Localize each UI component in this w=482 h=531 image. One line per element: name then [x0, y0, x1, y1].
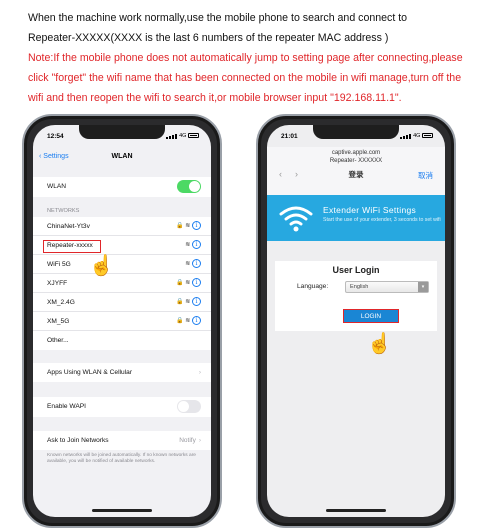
network-name: ChinaNet-Yt3v	[47, 223, 90, 230]
chevron-down-icon: ▾	[418, 282, 428, 292]
wlan-toggle[interactable]	[177, 180, 201, 193]
wifi-icon: ≋	[185, 299, 191, 305]
login-button[interactable]: LOGIN	[343, 309, 399, 323]
apps-using-row[interactable]: Apps Using WLAN & Cellular ›	[33, 363, 211, 382]
network-row[interactable]: XM_2.4G 🔒 ≋ i	[33, 293, 211, 312]
cancel-button[interactable]: 取消	[418, 170, 433, 181]
lock-icon: 🔒	[176, 318, 184, 324]
network-name: XM_5G	[47, 318, 70, 325]
language-select[interactable]: English ▾	[345, 281, 429, 293]
network-row[interactable]: ChinaNet-Yt3v 🔒 ≋ i	[33, 217, 211, 236]
extender-banner: Extender WiFi Settings Start the use of …	[267, 195, 445, 241]
captive-portal-screen: 21:01 4G captive.apple.com Repeater- XXX…	[267, 125, 445, 517]
networks-header: NETWORKS	[47, 208, 80, 214]
forward-arrow-icon[interactable]: ›	[295, 169, 298, 179]
signal-indicator: 4G	[399, 133, 433, 139]
ask-join-label: Ask to Join Networks	[47, 437, 109, 444]
wlan-settings-screen: 12:54 4G ‹ Settings WLAN WLAN NETWORKS C…	[33, 125, 211, 517]
chevron-right-icon: ›	[198, 369, 201, 376]
instruction-line-2: Repeater-XXXXX(XXXX is the last 6 number…	[28, 32, 389, 44]
login-card: User Login Language: English ▾ LOGIN	[275, 261, 437, 331]
ask-join-footnote: Known networks will be joined automatica…	[47, 453, 196, 464]
wifi-icon: ≋	[185, 318, 191, 324]
phone-notch	[313, 125, 399, 139]
status-time: 12:54	[47, 133, 64, 140]
ask-join-row[interactable]: Ask to Join Networks Notify ›	[33, 431, 211, 450]
battery-icon	[422, 133, 433, 139]
tap-hand-icon: ☝	[367, 333, 392, 355]
wapi-group: Enable WAPI	[33, 397, 211, 417]
enable-wapi-label: Enable WAPI	[47, 403, 86, 410]
home-indicator	[326, 509, 386, 512]
apps-using-label: Apps Using WLAN & Cellular	[47, 369, 133, 376]
home-indicator	[92, 509, 152, 512]
lock-icon: 🔒	[176, 223, 184, 229]
network-name: WiFi 5G	[47, 261, 71, 268]
wapi-toggle[interactable]	[177, 400, 201, 413]
status-time: 21:01	[281, 133, 298, 140]
network-row[interactable]: WiFi 5G ≋ i	[33, 255, 211, 274]
url-host: captive.apple.com	[331, 150, 381, 156]
info-icon[interactable]: i	[192, 259, 201, 268]
page-title: WLAN	[111, 153, 133, 160]
network-name: XJYFF	[47, 280, 68, 287]
nav-title: 登录	[348, 170, 364, 179]
info-icon[interactable]: i	[192, 316, 201, 325]
instruction-line-1: When the machine work normally,use the m…	[28, 12, 408, 24]
network-row-other[interactable]: Other...	[33, 331, 211, 350]
right-phone: 21:01 4G captive.apple.com Repeater- XXX…	[256, 114, 456, 528]
chevron-right-icon: ›	[198, 437, 201, 444]
wifi-icon: ≋	[185, 223, 191, 229]
signal-indicator: 4G	[165, 133, 199, 139]
url-ssid: Repeater- XXXXXX	[329, 158, 383, 164]
lock-icon: 🔒	[176, 280, 184, 286]
wifi-icon: ≋	[185, 261, 191, 267]
back-arrow-icon[interactable]: ‹	[279, 169, 282, 179]
url-display: captive.apple.com Repeater- XXXXXX	[267, 149, 445, 165]
network-row[interactable]: XM_5G 🔒 ≋ i	[33, 312, 211, 331]
captive-nav-bar: captive.apple.com Repeater- XXXXXX ‹ › 登…	[267, 147, 445, 195]
network-name: XM_2.4G	[47, 299, 75, 306]
ask-join-value: Notify	[179, 437, 196, 444]
info-icon[interactable]: i	[192, 221, 201, 230]
wifi-icon: ≋	[185, 280, 191, 286]
networks-list: ChinaNet-Yt3v 🔒 ≋ i Repeater-xxxxx ≋ i W…	[33, 217, 211, 350]
network-type: 4G	[413, 133, 421, 139]
wlan-label: WLAN	[47, 183, 67, 190]
network-row[interactable]: XJYFF 🔒 ≋ i	[33, 274, 211, 293]
network-type: 4G	[179, 133, 187, 139]
banner-subtitle: Start the use of your extender, 3 second…	[323, 217, 441, 223]
login-title: User Login	[332, 265, 380, 275]
language-label: Language:	[297, 283, 329, 290]
language-value: English	[350, 284, 369, 290]
nav-bar: ‹ Settings WLAN	[33, 147, 211, 169]
enable-wapi-row[interactable]: Enable WAPI	[33, 397, 211, 417]
apps-using-group: Apps Using WLAN & Cellular ›	[33, 363, 211, 382]
banner-title: Extender WiFi Settings	[323, 205, 417, 215]
lock-icon: 🔒	[176, 299, 184, 305]
repeater-highlight-box	[43, 240, 101, 253]
left-phone: 12:54 4G ‹ Settings WLAN WLAN NETWORKS C…	[22, 114, 222, 528]
tap-hand-icon: ☝	[89, 255, 114, 277]
ask-join-group: Ask to Join Networks Notify ›	[33, 431, 211, 450]
network-name: Other...	[47, 337, 69, 344]
wlan-row[interactable]: WLAN	[33, 177, 211, 197]
info-icon[interactable]: i	[192, 240, 201, 249]
info-icon[interactable]: i	[192, 278, 201, 287]
instructions: When the machine work normally,use the m…	[28, 8, 478, 108]
wlan-toggle-group: WLAN	[33, 177, 211, 197]
wifi-icon: ≋	[185, 242, 191, 248]
wifi-icon	[279, 206, 313, 232]
note-text: Note:If the mobile phone does not automa…	[28, 52, 463, 104]
phone-notch	[79, 125, 165, 139]
info-icon[interactable]: i	[192, 297, 201, 306]
battery-icon	[188, 133, 199, 139]
